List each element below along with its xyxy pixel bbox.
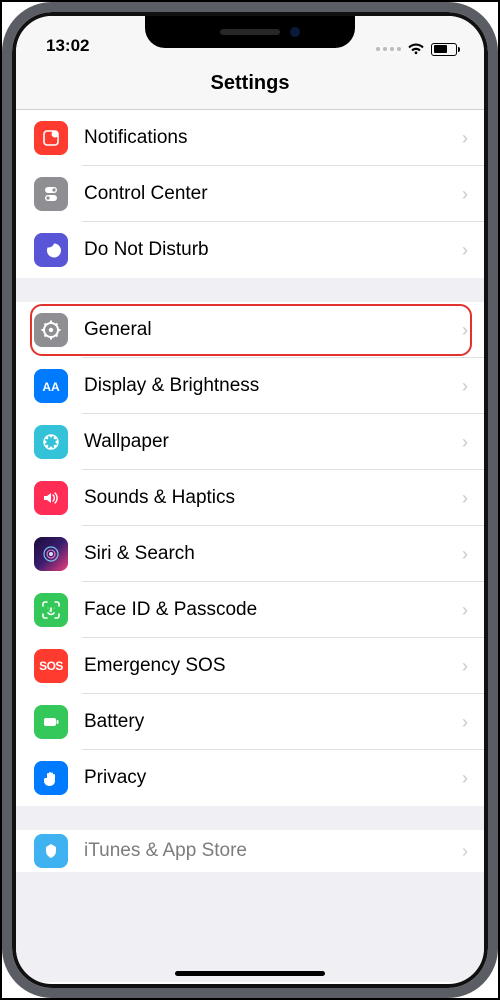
sos-icon: SOS: [34, 649, 68, 683]
chevron-right-icon: ›: [462, 320, 484, 341]
page-header: Settings: [16, 62, 484, 110]
device-frame: 13:02 Settings: [2, 2, 498, 998]
row-label: Control Center: [68, 183, 462, 205]
row-label: Siri & Search: [68, 543, 462, 565]
chevron-right-icon: ›: [462, 544, 484, 565]
battery-row-icon: [34, 705, 68, 739]
hand-icon: [34, 761, 68, 795]
settings-group: Notifications › Control Center ›: [16, 110, 484, 278]
chevron-right-icon: ›: [462, 712, 484, 733]
chevron-right-icon: ›: [462, 240, 484, 261]
settings-row-notifications[interactable]: Notifications ›: [16, 110, 484, 166]
settings-list[interactable]: Notifications › Control Center ›: [16, 110, 484, 982]
settings-row-sos[interactable]: SOS Emergency SOS ›: [16, 638, 484, 694]
settings-row-control-center[interactable]: Control Center ›: [16, 166, 484, 222]
chevron-right-icon: ›: [462, 841, 484, 862]
moon-icon: [34, 233, 68, 267]
front-camera: [290, 27, 300, 37]
settings-row-siri[interactable]: Siri & Search ›: [16, 526, 484, 582]
settings-group: iTunes & App Store ›: [16, 830, 484, 872]
chevron-right-icon: ›: [462, 184, 484, 205]
notch: [145, 16, 355, 48]
chevron-right-icon: ›: [462, 376, 484, 397]
settings-row-display[interactable]: AA Display & Brightness ›: [16, 358, 484, 414]
screen: 13:02 Settings: [12, 12, 488, 988]
row-label: Wallpaper: [68, 431, 462, 453]
row-label: Notifications: [68, 127, 462, 149]
status-right: [376, 42, 460, 58]
chevron-right-icon: ›: [462, 128, 484, 149]
settings-row-faceid[interactable]: Face ID & Passcode ›: [16, 582, 484, 638]
page-title: Settings: [16, 72, 484, 95]
battery-icon: [431, 43, 460, 56]
appstore-icon: [34, 834, 68, 868]
speaker-icon: [34, 481, 68, 515]
display-icon: AA: [34, 369, 68, 403]
settings-row-appstore[interactable]: iTunes & App Store ›: [16, 830, 484, 872]
row-label: Display & Brightness: [68, 375, 462, 397]
cellular-dots-icon: [376, 47, 401, 51]
chevron-right-icon: ›: [462, 656, 484, 677]
siri-icon: [34, 537, 68, 571]
control-center-icon: [34, 177, 68, 211]
faceid-icon: [34, 593, 68, 627]
row-label: Battery: [68, 711, 462, 733]
chevron-right-icon: ›: [462, 600, 484, 621]
gear-icon: [34, 313, 68, 347]
home-indicator[interactable]: [175, 971, 325, 976]
settings-row-sounds[interactable]: Sounds & Haptics ›: [16, 470, 484, 526]
status-time: 13:02: [40, 36, 89, 58]
row-label: Face ID & Passcode: [68, 599, 462, 621]
chevron-right-icon: ›: [462, 768, 484, 789]
settings-row-dnd[interactable]: Do Not Disturb ›: [16, 222, 484, 278]
row-label: iTunes & App Store: [68, 840, 462, 862]
notifications-icon: [34, 121, 68, 155]
row-label: General: [68, 319, 462, 341]
settings-row-general[interactable]: General ›: [16, 302, 484, 358]
wifi-icon: [407, 42, 425, 56]
wallpaper-icon: [34, 425, 68, 459]
row-label: Emergency SOS: [68, 655, 462, 677]
chevron-right-icon: ›: [462, 432, 484, 453]
settings-group: General › AA Display & Brightness ›: [16, 302, 484, 806]
row-label: Do Not Disturb: [68, 239, 462, 261]
settings-row-battery[interactable]: Battery ›: [16, 694, 484, 750]
row-label: Privacy: [68, 767, 462, 789]
row-label: Sounds & Haptics: [68, 487, 462, 509]
settings-row-privacy[interactable]: Privacy ›: [16, 750, 484, 806]
svg-text:AA: AA: [42, 380, 60, 394]
chevron-right-icon: ›: [462, 488, 484, 509]
speaker-grille: [220, 29, 280, 35]
settings-row-wallpaper[interactable]: Wallpaper ›: [16, 414, 484, 470]
